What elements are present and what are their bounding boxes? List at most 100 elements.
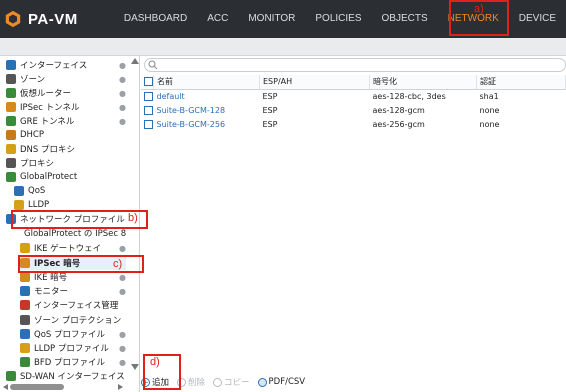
dns-icon xyxy=(6,144,16,154)
table-row[interactable]: Suite-B-GCM-256 ESP aes-256-gcm none xyxy=(141,117,566,131)
monitor-icon xyxy=(20,286,30,296)
protection-icon xyxy=(20,315,30,325)
pdf-csv-button[interactable]: PDF/CSV xyxy=(257,377,306,387)
config-dot-icon: ● xyxy=(119,60,126,70)
encryption-cell: aes-128-gcm xyxy=(372,105,425,115)
copy-icon xyxy=(213,377,223,387)
config-dot-icon: ● xyxy=(119,88,126,98)
main-panel: 名前 ESP/AH 暗号化 認証 default ESP aes-128-cbc… xyxy=(141,56,566,392)
qos-icon xyxy=(14,186,24,196)
column-header-name[interactable]: 名前 xyxy=(153,75,260,90)
profile-name-link[interactable]: Suite-B-GCM-128 xyxy=(154,103,260,117)
nav-policies[interactable]: POLICIES xyxy=(305,0,371,38)
sidebar-item-protection-18[interactable]: ゾーン プロテクション xyxy=(20,313,126,327)
scroll-up-arrow[interactable] xyxy=(131,58,139,64)
column-header-esp-ah[interactable]: ESP/AH xyxy=(259,75,370,90)
sidebar-item-label: QoS プロファイル xyxy=(34,330,105,340)
sidebar-item-qos-9[interactable]: QoS xyxy=(14,184,126,198)
config-dot-icon: ● xyxy=(119,286,126,296)
config-dot-icon: ● xyxy=(119,116,126,126)
bfd-icon xyxy=(20,357,30,367)
row-checkbox[interactable] xyxy=(144,105,153,115)
annotation-box-d xyxy=(143,354,181,390)
pa-logo-icon xyxy=(5,10,21,28)
sidebar-item-proxy-7[interactable]: プロキシ xyxy=(6,156,126,170)
config-dot-icon: ● xyxy=(119,102,126,112)
sidebar-item-lldp-20[interactable]: LLDP プロファイル ● xyxy=(20,341,126,355)
lldp-icon xyxy=(20,343,30,353)
column-header-authentication[interactable]: 認証 xyxy=(476,75,566,90)
sidebar-item-label: IPSec トンネル xyxy=(20,103,80,113)
sidebar-item-label: LLDP xyxy=(28,200,50,210)
sidebar-item-bfd-21[interactable]: BFD プロファイル ● xyxy=(20,355,126,369)
nav-device[interactable]: DEVICE xyxy=(509,0,566,38)
nav-dashboard[interactable]: DASHBOARD xyxy=(114,0,197,38)
sidebar-item-label: GRE トンネル xyxy=(20,117,75,127)
sidebar-item-label: LLDP プロファイル xyxy=(34,344,109,354)
select-all-header[interactable] xyxy=(141,75,154,90)
zone-icon xyxy=(6,74,16,84)
sidebar-item-label: DNS プロキシ xyxy=(20,145,76,155)
sidebar-item-router-2[interactable]: 仮想ルーター ● xyxy=(6,86,126,100)
sidebar-item-interface-0[interactable]: インターフェイス ● xyxy=(6,58,126,72)
gateway-icon xyxy=(20,243,30,253)
sidebar-item-globe-8[interactable]: GlobalProtect xyxy=(6,170,126,184)
sidebar-item-dhcp-5[interactable]: DHCP xyxy=(6,128,126,142)
sidebar-item-label: BFD プロファイル xyxy=(34,358,105,368)
esp-ah-cell: ESP xyxy=(262,91,278,101)
select-all-checkbox[interactable] xyxy=(144,77,153,87)
qos-icon xyxy=(20,329,30,339)
proxy-icon xyxy=(6,158,16,168)
table-header: 名前 ESP/AH 暗号化 認証 xyxy=(141,75,566,90)
profile-name-link[interactable]: default xyxy=(154,89,260,103)
sidebar-item-dns-6[interactable]: DNS プロキシ xyxy=(6,142,126,156)
nav-monitor[interactable]: MONITOR xyxy=(238,0,305,38)
sidebar-item-qos-19[interactable]: QoS プロファイル ● xyxy=(20,327,126,341)
row-checkbox[interactable] xyxy=(144,119,153,129)
lock-icon xyxy=(20,272,30,282)
copy-button[interactable]: コピー xyxy=(213,376,250,388)
sidebar-item-sdwan-22[interactable]: SD-WAN インターフェイス xyxy=(6,369,126,383)
horizontal-scrollbar[interactable] xyxy=(0,382,140,392)
sdwan-icon xyxy=(6,371,16,381)
config-dot-icon: ● xyxy=(119,272,126,282)
mgmt-icon xyxy=(20,300,30,310)
sidebar-item-gateway-13[interactable]: IKE ゲートウェイ ● xyxy=(20,241,126,255)
sidebar-item-tunnel-3[interactable]: IPSec トンネル ● xyxy=(6,100,126,114)
sidebar-item-label: ゾーン プロテクション xyxy=(34,316,122,326)
sidebar-item-monitor-16[interactable]: モニター ● xyxy=(20,284,126,298)
pdf-csv-label: PDF/CSV xyxy=(268,377,306,387)
delete-label: 削除 xyxy=(188,378,206,388)
sub-toolbar xyxy=(0,38,566,56)
config-dot-icon: ● xyxy=(119,357,126,367)
scroll-right-arrow[interactable] xyxy=(118,384,123,390)
sidebar-item-mgmt-17[interactable]: インターフェイス管理 xyxy=(20,298,126,312)
table-row[interactable]: Suite-B-GCM-128 ESP aes-128-gcm none xyxy=(141,103,566,117)
gre-icon xyxy=(6,116,16,126)
sidebar-item-label: SD-WAN インターフェイス xyxy=(20,372,125,382)
sidebar-item-label: モニター xyxy=(34,287,69,297)
scroll-down-arrow[interactable] xyxy=(131,364,139,370)
esp-ah-cell: ESP xyxy=(262,119,278,129)
esp-ah-cell: ESP xyxy=(262,105,278,115)
encryption-cell: aes-256-gcm xyxy=(372,119,425,129)
config-dot-icon: ● xyxy=(119,74,126,84)
sidebar-item-gre-4[interactable]: GRE トンネル ● xyxy=(6,114,126,128)
sidebar-item-label: QoS xyxy=(28,186,46,196)
search-input[interactable] xyxy=(144,58,566,72)
profile-name-link[interactable]: Suite-B-GCM-256 xyxy=(154,117,260,131)
table-row[interactable]: default ESP aes-128-cbc, 3des sha1 xyxy=(141,89,566,103)
annotation-label-c: c) xyxy=(113,258,123,270)
column-header-encryption[interactable]: 暗号化 xyxy=(369,75,477,90)
delete-button[interactable]: 削除 xyxy=(177,376,205,388)
row-checkbox[interactable] xyxy=(144,91,153,101)
nav-objects[interactable]: OBJECTS xyxy=(372,0,438,38)
scrollbar-thumb[interactable] xyxy=(10,384,64,390)
sidebar-item-label: IKE ゲートウェイ xyxy=(34,244,102,254)
config-dot-icon: ● xyxy=(119,343,126,353)
copy-label: コピー xyxy=(224,378,250,388)
sidebar-item-zone-1[interactable]: ゾーン ● xyxy=(6,72,126,86)
sidebar-item-label: プロキシ xyxy=(20,159,55,169)
nav-acc[interactable]: ACC xyxy=(197,0,238,38)
scroll-left-arrow[interactable] xyxy=(3,384,8,390)
